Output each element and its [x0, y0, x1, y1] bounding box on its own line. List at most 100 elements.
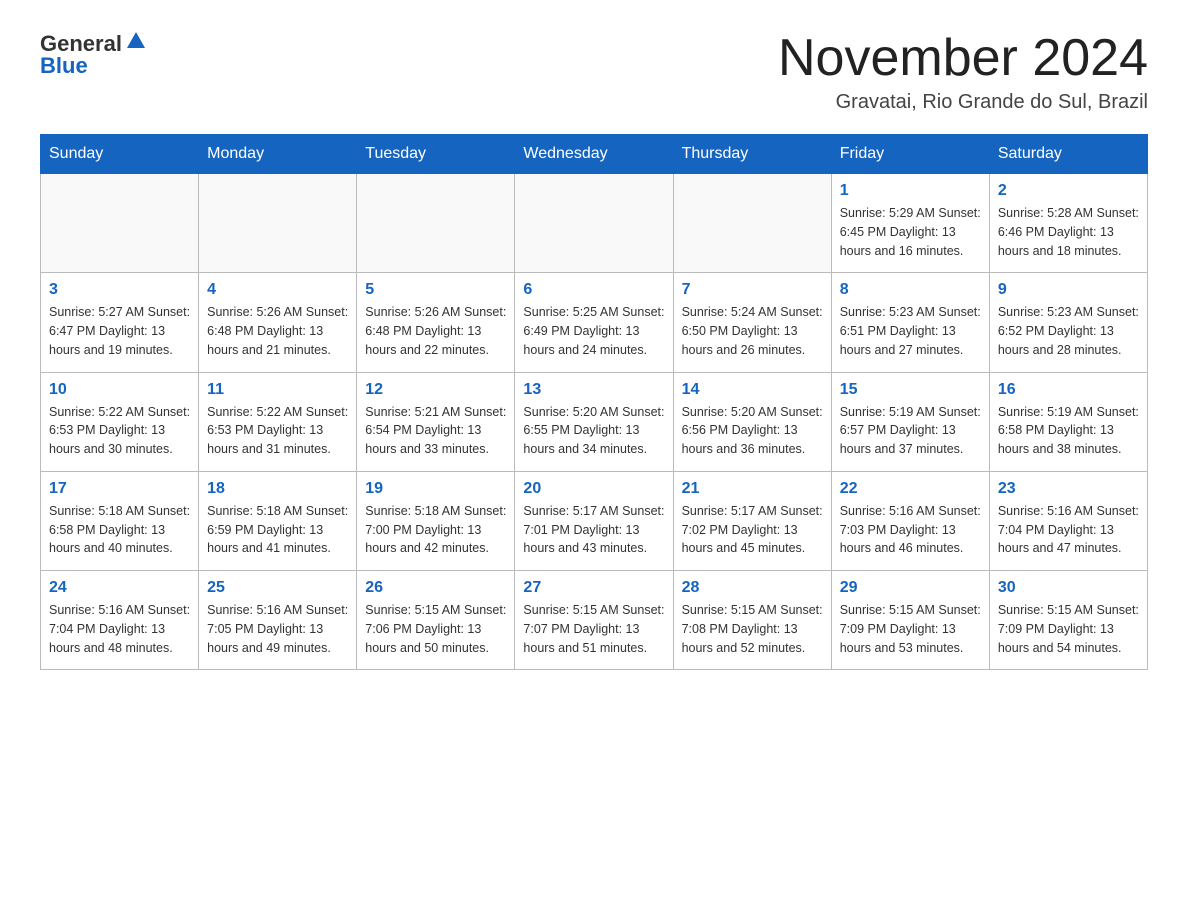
- calendar-cell: [357, 174, 515, 273]
- day-number: 4: [207, 281, 348, 299]
- day-info: Sunrise: 5:27 AM Sunset: 6:47 PM Dayligh…: [49, 303, 190, 359]
- calendar-cell: [515, 174, 673, 273]
- calendar-cell: 26Sunrise: 5:15 AM Sunset: 7:06 PM Dayli…: [357, 571, 515, 670]
- day-info: Sunrise: 5:20 AM Sunset: 6:56 PM Dayligh…: [682, 403, 823, 459]
- day-number: 10: [49, 381, 190, 399]
- day-number: 7: [682, 281, 823, 299]
- month-title: November 2024: [778, 30, 1148, 87]
- calendar-cell: 5 Sunrise: 5:26 AM Sunset: 6:48 PM Daylig…: [357, 273, 515, 372]
- calendar-cell: 7 Sunrise: 5:24 AM Sunset: 6:50 PM Daylig…: [673, 273, 831, 372]
- day-number: 3: [49, 281, 190, 299]
- day-info: Sunrise: 5:22 AM Sunset: 6:53 PM Dayligh…: [49, 403, 190, 459]
- calendar-cell: 2 Sunrise: 5:28 AM Sunset: 6:46 PM Daylig…: [989, 174, 1147, 273]
- logo-icon: [125, 30, 147, 52]
- day-info: Sunrise: 5:28 AM Sunset: 6:46 PM Dayligh…: [998, 204, 1139, 260]
- day-info: Sunrise: 5:26 AM Sunset: 6:48 PM Dayligh…: [207, 303, 348, 359]
- day-info: Sunrise: 5:26 AM Sunset: 6:48 PM Dayligh…: [365, 303, 506, 359]
- day-info: Sunrise: 5:15 AM Sunset: 7:07 PM Dayligh…: [523, 601, 664, 657]
- day-info: Sunrise: 5:16 AM Sunset: 7:05 PM Dayligh…: [207, 601, 348, 657]
- calendar-cell: 6 Sunrise: 5:25 AM Sunset: 6:49 PM Daylig…: [515, 273, 673, 372]
- day-info: Sunrise: 5:29 AM Sunset: 6:45 PM Dayligh…: [840, 204, 981, 260]
- day-info: Sunrise: 5:18 AM Sunset: 6:59 PM Dayligh…: [207, 502, 348, 558]
- day-number: 22: [840, 480, 981, 498]
- calendar-week-row: 24 Sunrise: 5:16 AM Sunset: 7:04 PM Dayli…: [41, 571, 1148, 670]
- header-title-block: November 2024 Gravatai, Rio Grande do Su…: [778, 30, 1148, 114]
- calendar-cell: 28Sunrise: 5:15 AM Sunset: 7:08 PM Dayli…: [673, 571, 831, 670]
- calendar-cell: 23Sunrise: 5:16 AM Sunset: 7:04 PM Dayli…: [989, 471, 1147, 570]
- day-number: 5: [365, 281, 506, 299]
- calendar-week-row: 1 Sunrise: 5:29 AM Sunset: 6:45 PM Daylig…: [41, 174, 1148, 273]
- calendar-cell: 22Sunrise: 5:16 AM Sunset: 7:03 PM Dayli…: [831, 471, 989, 570]
- calendar-cell: 8 Sunrise: 5:23 AM Sunset: 6:51 PM Daylig…: [831, 273, 989, 372]
- day-info: Sunrise: 5:15 AM Sunset: 7:09 PM Dayligh…: [840, 601, 981, 657]
- day-number: 9: [998, 281, 1139, 299]
- day-info: Sunrise: 5:23 AM Sunset: 6:51 PM Dayligh…: [840, 303, 981, 359]
- calendar-week-row: 3 Sunrise: 5:27 AM Sunset: 6:47 PM Daylig…: [41, 273, 1148, 372]
- calendar-cell: 24 Sunrise: 5:16 AM Sunset: 7:04 PM Dayli…: [41, 571, 199, 670]
- calendar-cell: 19 Sunrise: 5:18 AM Sunset: 7:00 PM Dayli…: [357, 471, 515, 570]
- calendar-week-row: 17Sunrise: 5:18 AM Sunset: 6:58 PM Dayli…: [41, 471, 1148, 570]
- calendar-day-header: Wednesday: [515, 135, 673, 174]
- day-info: Sunrise: 5:18 AM Sunset: 7:00 PM Dayligh…: [365, 502, 506, 558]
- day-info: Sunrise: 5:25 AM Sunset: 6:49 PM Dayligh…: [523, 303, 664, 359]
- day-number: 16: [998, 381, 1139, 399]
- calendar-cell: 21 Sunrise: 5:17 AM Sunset: 7:02 PM Dayli…: [673, 471, 831, 570]
- calendar-cell: 13 Sunrise: 5:20 AM Sunset: 6:55 PM Dayli…: [515, 372, 673, 471]
- logo: General Blue: [40, 30, 147, 79]
- day-info: Sunrise: 5:17 AM Sunset: 7:02 PM Dayligh…: [682, 502, 823, 558]
- calendar-day-header: Thursday: [673, 135, 831, 174]
- logo-blue-text: Blue: [40, 53, 88, 79]
- day-info: Sunrise: 5:16 AM Sunset: 7:04 PM Dayligh…: [49, 601, 190, 657]
- calendar-cell: 10 Sunrise: 5:22 AM Sunset: 6:53 PM Dayli…: [41, 372, 199, 471]
- day-number: 25: [207, 579, 348, 597]
- day-info: Sunrise: 5:18 AM Sunset: 6:58 PM Dayligh…: [49, 502, 190, 558]
- calendar-day-header: Tuesday: [357, 135, 515, 174]
- calendar-cell: 16 Sunrise: 5:19 AM Sunset: 6:58 PM Dayli…: [989, 372, 1147, 471]
- calendar-cell: 11 Sunrise: 5:22 AM Sunset: 6:53 PM Dayli…: [199, 372, 357, 471]
- calendar-cell: [199, 174, 357, 273]
- calendar-cell: 27Sunrise: 5:15 AM Sunset: 7:07 PM Dayli…: [515, 571, 673, 670]
- day-info: Sunrise: 5:24 AM Sunset: 6:50 PM Dayligh…: [682, 303, 823, 359]
- calendar-cell: 3 Sunrise: 5:27 AM Sunset: 6:47 PM Daylig…: [41, 273, 199, 372]
- day-number: 8: [840, 281, 981, 299]
- day-number: 12: [365, 381, 506, 399]
- calendar-day-header: Saturday: [989, 135, 1147, 174]
- day-number: 21: [682, 480, 823, 498]
- calendar-cell: 17Sunrise: 5:18 AM Sunset: 6:58 PM Dayli…: [41, 471, 199, 570]
- day-info: Sunrise: 5:16 AM Sunset: 7:04 PM Dayligh…: [998, 502, 1139, 558]
- calendar-cell: 25 Sunrise: 5:16 AM Sunset: 7:05 PM Dayli…: [199, 571, 357, 670]
- calendar-cell: 20 Sunrise: 5:17 AM Sunset: 7:01 PM Dayli…: [515, 471, 673, 570]
- day-info: Sunrise: 5:20 AM Sunset: 6:55 PM Dayligh…: [523, 403, 664, 459]
- day-info: Sunrise: 5:19 AM Sunset: 6:58 PM Dayligh…: [998, 403, 1139, 459]
- day-info: Sunrise: 5:23 AM Sunset: 6:52 PM Dayligh…: [998, 303, 1139, 359]
- calendar-week-row: 10 Sunrise: 5:22 AM Sunset: 6:53 PM Dayli…: [41, 372, 1148, 471]
- calendar-cell: 4 Sunrise: 5:26 AM Sunset: 6:48 PM Daylig…: [199, 273, 357, 372]
- page-header: General Blue November 2024 Gravatai, Rio…: [40, 30, 1148, 114]
- calendar-cell: [673, 174, 831, 273]
- day-number: 2: [998, 182, 1139, 200]
- day-info: Sunrise: 5:21 AM Sunset: 6:54 PM Dayligh…: [365, 403, 506, 459]
- day-number: 30: [998, 579, 1139, 597]
- location-subtitle: Gravatai, Rio Grande do Sul, Brazil: [778, 91, 1148, 114]
- calendar-day-header: Sunday: [41, 135, 199, 174]
- day-info: Sunrise: 5:15 AM Sunset: 7:06 PM Dayligh…: [365, 601, 506, 657]
- day-number: 19: [365, 480, 506, 498]
- calendar-cell: 14 Sunrise: 5:20 AM Sunset: 6:56 PM Dayli…: [673, 372, 831, 471]
- day-number: 24: [49, 579, 190, 597]
- calendar-cell: 12 Sunrise: 5:21 AM Sunset: 6:54 PM Dayli…: [357, 372, 515, 471]
- day-number: 11: [207, 381, 348, 399]
- day-info: Sunrise: 5:15 AM Sunset: 7:09 PM Dayligh…: [998, 601, 1139, 657]
- day-number: 6: [523, 281, 664, 299]
- day-number: 14: [682, 381, 823, 399]
- day-number: 20: [523, 480, 664, 498]
- day-info: Sunrise: 5:22 AM Sunset: 6:53 PM Dayligh…: [207, 403, 348, 459]
- day-number: 13: [523, 381, 664, 399]
- day-number: 28: [682, 579, 823, 597]
- calendar-cell: 29 Sunrise: 5:15 AM Sunset: 7:09 PM Dayli…: [831, 571, 989, 670]
- day-number: 1: [840, 182, 981, 200]
- calendar-cell: 1 Sunrise: 5:29 AM Sunset: 6:45 PM Daylig…: [831, 174, 989, 273]
- day-number: 29: [840, 579, 981, 597]
- day-number: 18: [207, 480, 348, 498]
- day-number: 15: [840, 381, 981, 399]
- day-info: Sunrise: 5:17 AM Sunset: 7:01 PM Dayligh…: [523, 502, 664, 558]
